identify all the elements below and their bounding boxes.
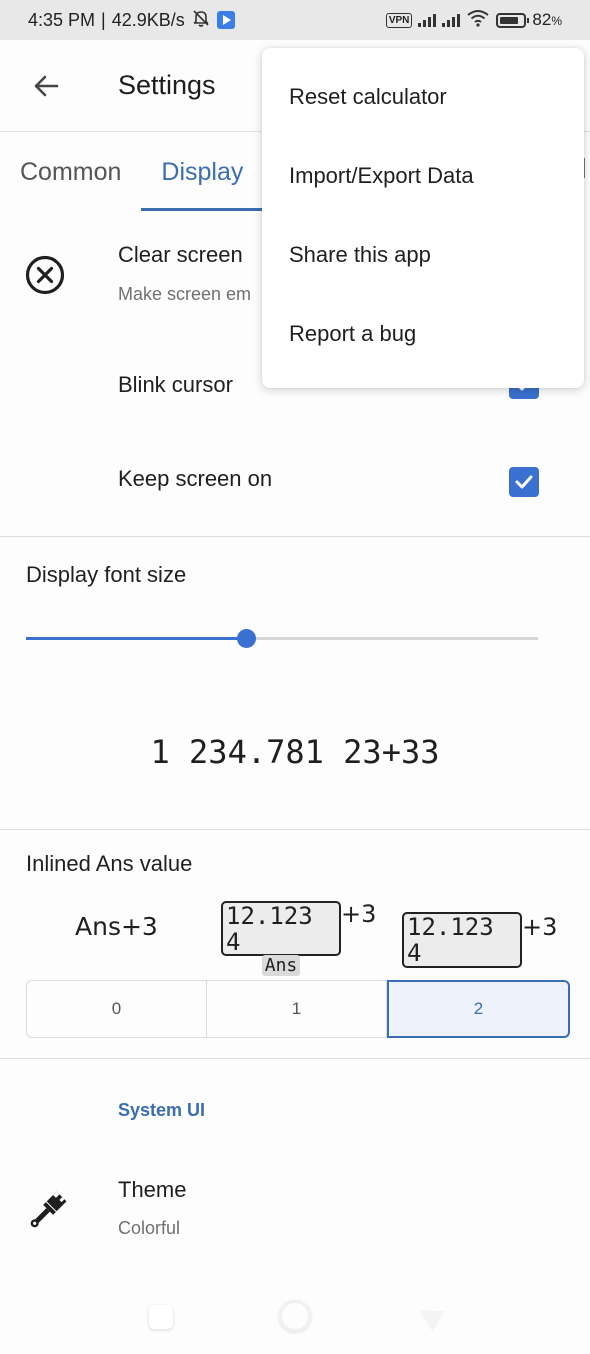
status-bar: 4:35 PM | 42.9KB/s VPN 82% [0,0,590,40]
ans-suffix: +3 [522,913,558,941]
ans-suffix: +3 [341,900,377,928]
menu-item-report-a-bug[interactable]: Report a bug [262,294,584,373]
ans-label: Ans [226,955,336,977]
play-app-icon [216,11,235,29]
setting-theme[interactable]: Theme Colorful [0,1160,590,1260]
ans-option-2-preview: 12.123 4 +3 [402,912,557,968]
home-icon[interactable] [279,1300,311,1332]
circle-x-icon [24,254,66,301]
ans-option-0-preview: Ans+3 [75,912,158,941]
back-icon[interactable] [413,1300,445,1332]
setting-title: Blink cursor [118,372,233,397]
status-time: 4:35 PM [28,9,96,30]
status-separator: | [101,9,106,30]
menu-item-reset-calculator[interactable]: Reset calculator [262,57,584,136]
display-font-size-label: Display font size [26,562,187,587]
menu-item-import-export-data[interactable]: Import/Export Data [262,136,584,215]
setting-subtitle: Make screen em [118,284,252,304]
font-size-slider[interactable] [26,629,538,648]
slider-track-filled [26,637,247,640]
divider [0,829,590,830]
keep-screen-on-checkbox[interactable] [509,467,539,497]
divider [0,536,590,537]
paint-brush-icon [24,1190,68,1239]
ans-value: 12.123 4 [226,902,313,956]
segment-2[interactable]: 2 [387,980,570,1038]
menu-item-share-this-app[interactable]: Share this app [262,215,584,294]
slider-thumb[interactable] [237,629,257,648]
back-button[interactable] [16,56,76,116]
battery-icon [496,12,530,28]
checkmark-icon [515,475,533,489]
wifi-icon [466,9,490,32]
segment-1[interactable]: 1 [207,981,387,1037]
tab-common[interactable]: Common [0,133,141,211]
font-size-preview: 1 234.781 23+33 [150,733,440,771]
arrow-left-icon [34,75,59,96]
ans-option-1-preview: 12.123 4 Ans +3 [221,900,377,976]
ans-mode-segmented-control: 0 1 2 [26,980,570,1038]
setting-title: Keep screen on [118,466,273,491]
overflow-menu: Reset calculator Import/Export Data Shar… [262,48,584,388]
setting-subtitle: Colorful [118,1218,181,1238]
ans-value-box: 12.123 4 Ans [221,901,341,976]
setting-keep-screen-on[interactable]: Keep screen on [0,440,590,520]
category-system-ui: System UI [118,1100,206,1120]
setting-title: Clear screen [118,242,243,267]
recents-icon[interactable] [149,1305,173,1329]
vpn-icon: VPN [385,12,413,28]
system-nav-bar [0,1290,590,1350]
signal-icon [442,13,461,27]
ans-value-box: 12.123 4 [402,912,522,968]
status-net-speed: 42.9KB/s [111,9,185,30]
divider [0,1058,590,1059]
segment-0[interactable]: 0 [27,981,207,1037]
mute-bell-icon [191,8,211,33]
tab-display[interactable]: Display [141,133,264,211]
battery-percent: 82% [532,10,562,29]
page-title: Settings [118,70,216,100]
setting-title: Theme [118,1177,187,1202]
ans-value: 12.123 4 [407,913,494,967]
inlined-ans-label: Inlined Ans value [26,851,193,876]
signal-icon [418,13,437,27]
